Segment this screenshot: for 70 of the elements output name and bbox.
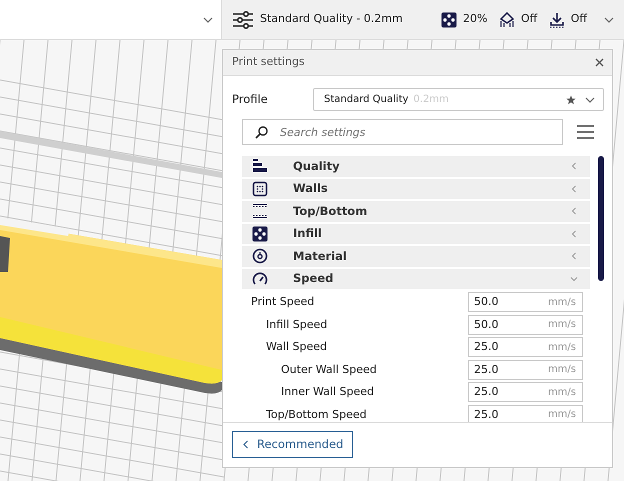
profile-name: Standard Quality [324, 93, 408, 107]
category-label: Infill [293, 225, 322, 242]
profile-summary[interactable]: Standard Quality - 0.2mm [260, 11, 403, 28]
support-icon [499, 12, 515, 28]
speedometer-icon [252, 270, 268, 287]
infill-value: 20% [463, 11, 488, 28]
dotted-square-icon [252, 180, 268, 197]
unit-label: mm/s [548, 340, 576, 355]
chevron-left-icon [570, 252, 578, 260]
setting-category[interactable]: Speed [242, 268, 590, 289]
chevron-left-icon [570, 184, 578, 193]
setting-label: Infill Speed [266, 316, 328, 332]
setting-category[interactable]: Top/Bottom [242, 201, 590, 222]
setting-input[interactable]: 25.0 mm/s [468, 382, 583, 402]
support-value: Off [521, 11, 538, 28]
setting-category[interactable]: Infill [242, 224, 590, 244]
profile-label: Profile [232, 90, 269, 108]
unit-label: mm/s [548, 363, 576, 378]
setting-label: Top/Bottom Speed [266, 406, 367, 422]
setting-value: 25.0 [474, 384, 498, 400]
chevron-left-icon [570, 230, 578, 238]
chevron-down-icon [570, 274, 578, 283]
infill-icon [441, 12, 458, 28]
adhesion-value: Off [570, 11, 587, 28]
setting-label: Outer Wall Speed [281, 362, 377, 378]
setting-input[interactable]: 25.0 mm/s [468, 360, 583, 380]
setting-value: 25.0 [474, 339, 498, 355]
category-label: Top/Bottom [293, 202, 368, 220]
setting-label: Print Speed [251, 294, 314, 310]
setting-input[interactable]: 50.0 mm/s [468, 292, 583, 312]
dashed-lines-icon [252, 203, 268, 220]
setting-label: Inner Wall Speed [281, 384, 374, 400]
category-label: Speed [293, 270, 334, 288]
chevron-down-icon[interactable] [604, 16, 614, 22]
chevron-down-icon[interactable] [203, 16, 213, 22]
setting-value: 25.0 [474, 406, 498, 422]
setting-category[interactable]: Quality [242, 156, 590, 176]
setting-value: 50.0 [474, 294, 498, 310]
settings-sliders-icon [232, 10, 254, 28]
setting-value: 50.0 [474, 316, 498, 332]
panel-title: Print settings [232, 54, 305, 70]
unit-label: mm/s [548, 408, 576, 422]
filament-spool-icon [252, 248, 268, 264]
category-label: Material [293, 248, 347, 265]
search-icon [255, 126, 268, 139]
unit-label: mm/s [548, 296, 576, 310]
setting-value: 25.0 [474, 362, 498, 378]
chevron-left-icon [570, 162, 578, 170]
chevron-down-icon [585, 96, 595, 102]
download-tray-icon [548, 12, 565, 28]
layer-bars-icon [252, 158, 268, 174]
menu-icon[interactable] [577, 125, 594, 139]
unit-label: mm/s [548, 318, 576, 332]
setting-category[interactable]: Walls [242, 178, 590, 199]
infill-icon [252, 226, 268, 242]
setting-input[interactable]: 50.0 mm/s [468, 314, 583, 335]
category-label: Quality [293, 158, 340, 175]
setting-category[interactable]: Material [242, 246, 590, 266]
search-field[interactable]: Search settings [242, 119, 563, 145]
star-icon [566, 94, 576, 104]
chevron-left-icon [242, 440, 249, 449]
recommended-button[interactable]: Recommended [232, 430, 354, 458]
chevron-left-icon [570, 207, 578, 216]
scrollbar-thumb[interactable] [598, 156, 604, 281]
setting-label: Wall Speed [266, 339, 328, 355]
setting-input[interactable]: 25.0 mm/s [468, 337, 583, 358]
close-icon[interactable] [595, 58, 604, 67]
category-label: Walls [293, 180, 328, 198]
unit-label: mm/s [548, 386, 576, 400]
setting-input[interactable]: 25.0 mm/s [468, 404, 583, 422]
